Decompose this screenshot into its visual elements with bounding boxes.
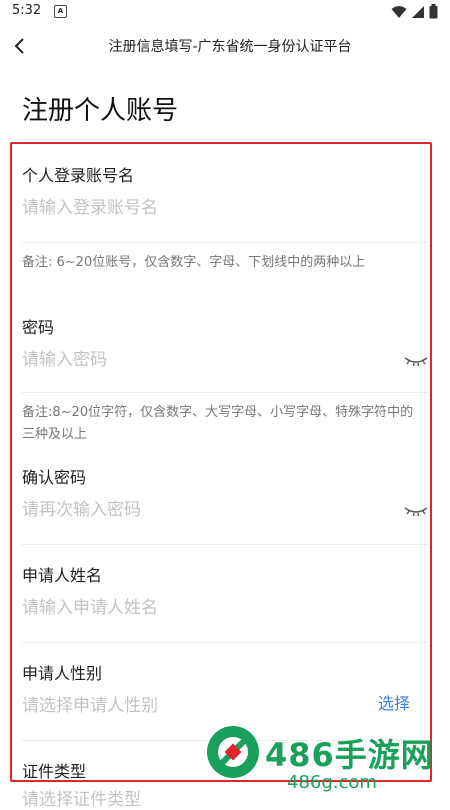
applicant-name-input[interactable] (22, 598, 392, 618)
applicant-gender-label: 申请人性别 (22, 664, 103, 683)
account-input[interactable] (22, 198, 392, 218)
signal-icon (411, 6, 424, 18)
wifi-icon (391, 6, 407, 18)
back-arrow-icon[interactable] (10, 35, 32, 57)
battery-icon (429, 4, 438, 19)
divider (22, 544, 428, 545)
nav-bar: 注册信息填写-广东省统一身份认证平台 (0, 26, 450, 66)
password-note: 备注:8~20位字符，仅含数字、大写字母、小写字母、特殊字符中的三种及以上 (22, 405, 414, 442)
form-highlight-frame (10, 142, 432, 782)
status-icons (391, 4, 438, 23)
account-label: 个人登录账号名 (22, 166, 135, 185)
gender-select-button[interactable]: 选择 (378, 690, 410, 714)
nav-title: 注册信息填写-广东省统一身份认证平台 (108, 39, 352, 55)
page-title: 注册个人账号 (22, 96, 179, 126)
account-note: 备注: 6~20位账号，仅含数字、字母、下划线中的两种以上 (22, 255, 366, 270)
watermark-logo-icon (207, 726, 259, 778)
watermark-sub-text: 486g.com (287, 772, 377, 793)
confirm-password-label: 确认密码 (22, 468, 87, 487)
watermark: 486手游网 486g.com (205, 720, 450, 800)
notification-app-icon: A (54, 5, 67, 18)
divider (22, 242, 428, 243)
divider (22, 642, 428, 643)
id-type-label: 证件类型 (22, 762, 87, 781)
applicant-name-label: 申请人姓名 (22, 566, 103, 585)
password-input[interactable] (22, 350, 392, 370)
eye-closed-icon[interactable] (404, 354, 428, 368)
applicant-gender-input[interactable] (22, 696, 362, 716)
watermark-main-text: 486手游网 (265, 736, 434, 774)
status-time: 5:32 (12, 3, 42, 18)
status-bar: 5:32 A (0, 0, 450, 24)
confirm-password-input[interactable] (22, 500, 392, 520)
eye-closed-icon[interactable] (404, 504, 428, 518)
divider (22, 392, 428, 393)
password-label: 密码 (22, 318, 55, 337)
